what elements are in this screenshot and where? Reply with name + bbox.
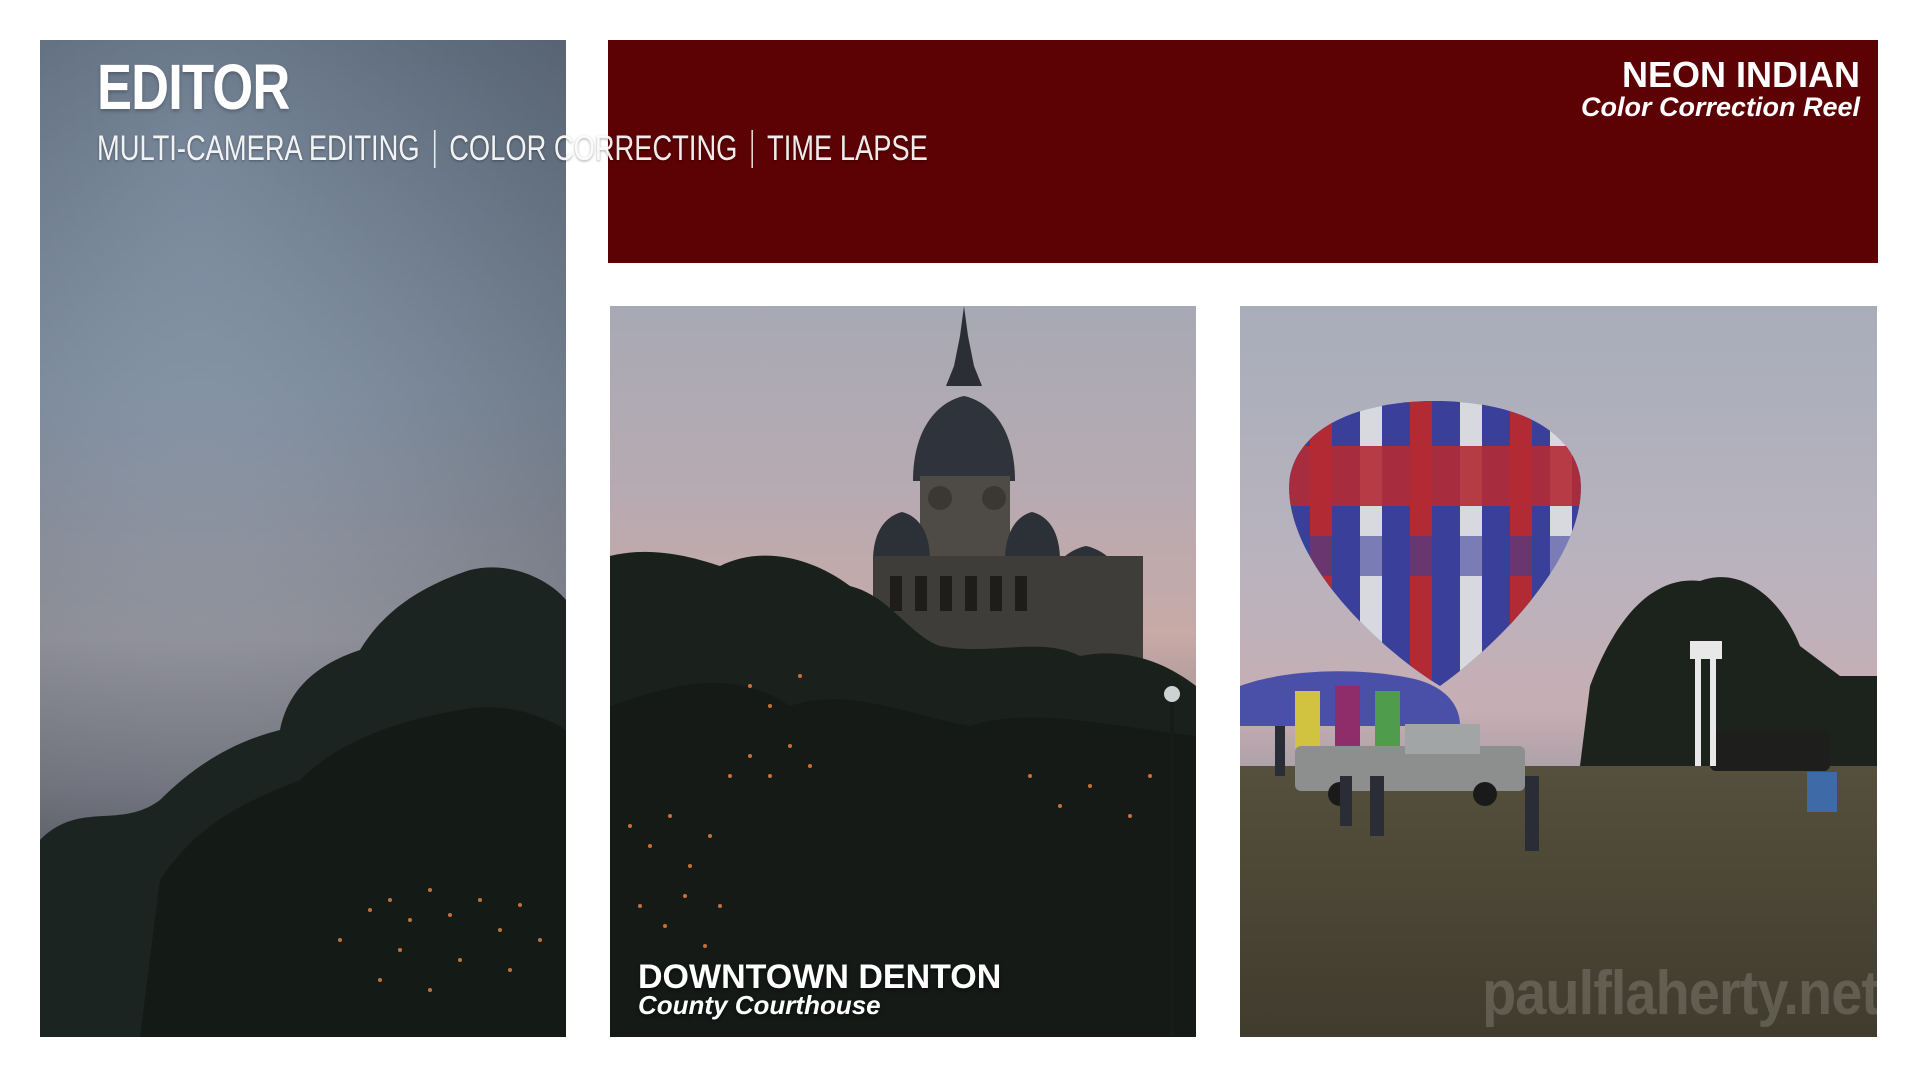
skill-divider (751, 130, 753, 168)
editor-title: EDITOR (97, 51, 290, 123)
sky-trees-photo-panel: EDITOR (40, 40, 566, 1037)
skill-color-correcting: COLOR CORRECTING (449, 129, 738, 168)
courthouse-photo-panel: DOWNTOWN DENTON County Courthouse (610, 306, 1196, 1037)
banner-title: NEON INDIAN (1621, 54, 1860, 95)
skill-time-lapse: TIME LAPSE (767, 129, 928, 168)
skill-divider (433, 130, 436, 168)
balloon-photo-panel: paulflaherty.net (1240, 306, 1877, 1037)
sky-trees-photo (40, 40, 566, 1037)
courthouse-photo (610, 306, 1196, 1037)
skill-multi-camera: MULTI-CAMERA EDITING (97, 129, 420, 168)
skills-list: MULTI-CAMERA EDITING COLOR CORRECTING TI… (97, 128, 928, 170)
banner-subtitle: Color Correction Reel (1580, 92, 1860, 122)
caption-subtitle: County Courthouse (638, 990, 881, 1020)
watermark-text: paulflaherty.net (1482, 959, 1877, 1028)
hot-air-balloon-photo (1240, 306, 1877, 1037)
